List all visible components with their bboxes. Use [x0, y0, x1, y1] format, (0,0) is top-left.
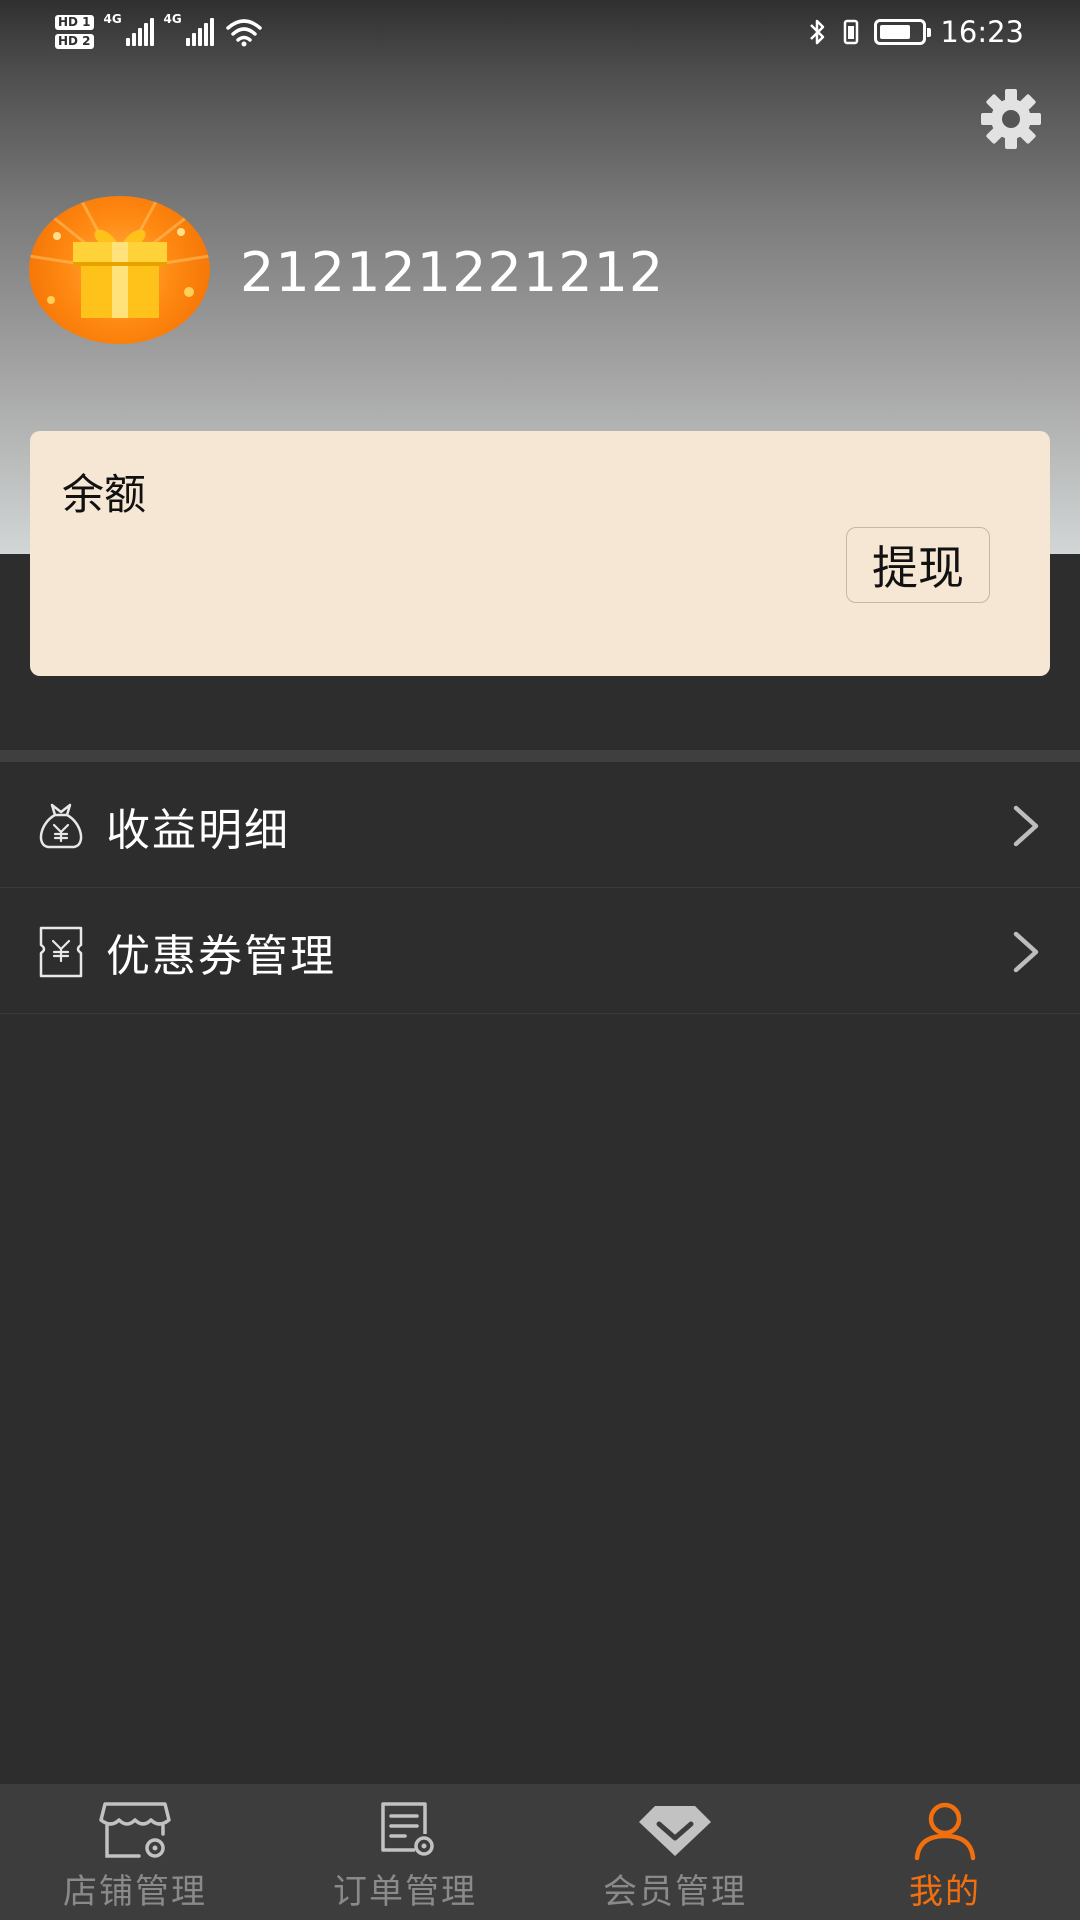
hd1-badge: HD 1: [55, 15, 94, 30]
tab-label-members: 会员管理: [603, 1872, 747, 1912]
vibrate-icon: [844, 19, 859, 45]
status-bar: HD 1 HD 2 4G 4G 16:23: [0, 0, 1080, 62]
menu-item-coupons[interactable]: 优惠券管理: [0, 890, 1080, 1014]
menu-item-earnings[interactable]: 收益明细: [0, 764, 1080, 888]
person-icon: [914, 1802, 976, 1861]
hd-indicators: HD 1 HD 2: [55, 15, 94, 49]
network-1-label: 4G: [103, 12, 122, 26]
withdraw-button[interactable]: 提现: [846, 527, 990, 603]
tab-orders[interactable]: 订单管理: [270, 1784, 540, 1920]
balance-card: 余额 提现: [30, 431, 1050, 676]
tab-label-orders: 订单管理: [333, 1872, 477, 1912]
chevron-right-icon: [1013, 931, 1039, 972]
status-right: 16:23: [808, 12, 1024, 52]
menu-label-earnings: 收益明细: [106, 804, 290, 856]
gift-box-icon: [29, 196, 210, 318]
battery-icon: [874, 19, 932, 45]
menu-label-coupons: 优惠券管理: [106, 930, 336, 982]
balance-label: 余额: [62, 470, 147, 519]
money-bag-icon: [39, 803, 83, 848]
tab-label-mine: 我的: [909, 1872, 981, 1912]
gear-icon[interactable]: [976, 88, 1046, 150]
bottom-tab-bar: 店铺管理 订单管理 会员管理 我的: [0, 1784, 1080, 1920]
signal-2-icon: 4G: [164, 12, 214, 46]
chevron-right-icon: [1013, 805, 1039, 846]
wifi-icon: [225, 19, 262, 47]
section-divider: [0, 750, 1080, 762]
tab-mine[interactable]: 我的: [810, 1784, 1080, 1920]
username: 212121221212: [240, 241, 665, 304]
member-diamond-icon: [639, 1806, 711, 1856]
signal-1-icon: 4G: [104, 12, 154, 46]
hd2-badge: HD 2: [55, 34, 94, 49]
clock: 16:23: [940, 15, 1024, 49]
order-settings-icon: [381, 1802, 434, 1856]
tab-members[interactable]: 会员管理: [540, 1784, 810, 1920]
tab-store[interactable]: 店铺管理: [0, 1784, 270, 1920]
tab-label-store: 店铺管理: [63, 1872, 207, 1912]
status-left: HD 1 HD 2 4G 4G: [55, 10, 264, 54]
avatar[interactable]: [29, 196, 210, 344]
store-settings-icon: [99, 1802, 171, 1858]
coupon-icon: [39, 926, 83, 977]
battery-fill: [880, 25, 911, 39]
network-2-label: 4G: [163, 12, 182, 26]
bluetooth-icon: [810, 19, 825, 45]
